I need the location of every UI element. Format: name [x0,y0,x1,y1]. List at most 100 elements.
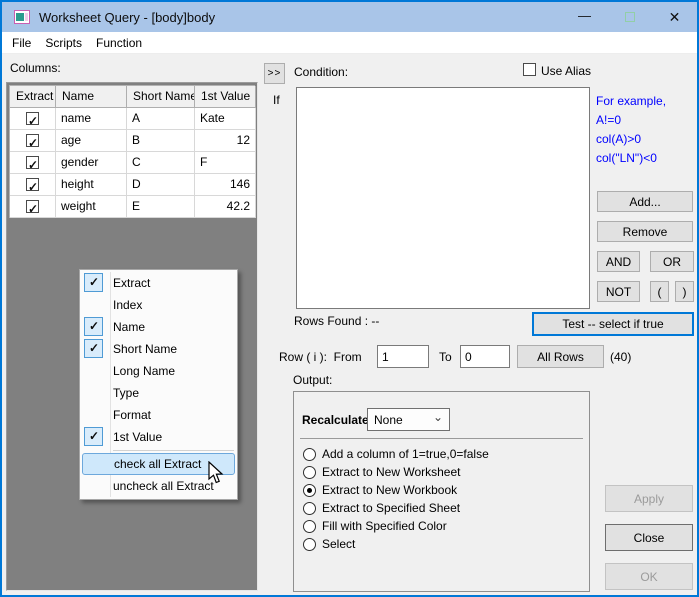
condition-input[interactable] [296,87,590,309]
context-menu-item-label: Index [113,294,142,316]
table-header-cell[interactable]: 1st Value [195,86,256,108]
output-option[interactable]: Select [303,535,489,553]
condition-label: Condition: [294,65,348,79]
output-option[interactable]: Extract to New Worksheet [303,463,489,481]
menubar-item[interactable]: Function [89,32,149,54]
extract-checkbox[interactable] [26,134,39,147]
context-menu-item[interactable]: Format [80,404,237,426]
remove-button[interactable]: Remove [597,221,693,242]
table-cell-extract [10,130,56,152]
output-option-label: Extract to New Worksheet [322,465,461,479]
menubar-item[interactable]: Scripts [38,32,89,54]
output-option[interactable]: Extract to New Workbook [303,481,489,499]
context-menu-item[interactable]: Short Name [80,338,237,360]
worksheet-icon [14,10,30,24]
output-option[interactable]: Add a column of 1=true,0=false [303,445,489,463]
output-options: Add a column of 1=true,0=false Extract t… [303,445,489,553]
context-menu-item-label: Type [113,382,139,404]
menubar-item[interactable]: File [5,32,38,54]
expand-panel-button[interactable]: >> [264,63,285,84]
context-menu-item[interactable]: 1st Value [80,426,237,448]
output-option-label: Extract to Specified Sheet [322,501,460,515]
close-dialog-button[interactable]: Close [605,524,693,551]
close-paren-button[interactable]: ) [675,281,694,302]
context-menu-item-label: Extract [113,272,150,294]
extract-checkbox[interactable] [26,112,39,125]
context-menu-item[interactable]: Type [80,382,237,404]
condition-examples: For example,A!=0col(A)>0col("LN")<0 [596,92,666,168]
table-cell-short-name: B [127,130,195,152]
output-option-label: Extract to New Workbook [322,483,457,497]
apply-button[interactable]: Apply [605,485,693,512]
context-menu-item[interactable]: Index [80,294,237,316]
use-alias-checkbox[interactable] [523,63,536,76]
titlebar[interactable]: Worksheet Query - [body]body — ✕ [2,2,697,32]
radio-icon [303,448,316,461]
and-button[interactable]: AND [597,251,640,272]
checkmark-icon [84,339,103,358]
output-option[interactable]: Extract to Specified Sheet [303,499,489,517]
table-cell-first-value: 42.2 [195,196,256,218]
context-menu-item[interactable]: Long Name [80,360,237,382]
maximize-icon [625,12,635,22]
extract-checkbox[interactable] [26,200,39,213]
row-from-input[interactable] [377,345,429,368]
table-cell-name: name [56,108,127,130]
table-cell-name: weight [56,196,127,218]
context-menu-item-label: Name [113,316,145,338]
table-cell-name: gender [56,152,127,174]
output-option[interactable]: Fill with Specified Color [303,517,489,535]
window-title: Worksheet Query - [body]body [39,10,215,25]
open-paren-button[interactable]: ( [650,281,669,302]
context-menu-item-label: Format [113,404,151,426]
output-option-label: Add a column of 1=true,0=false [322,447,489,461]
or-button[interactable]: OR [650,251,694,272]
table-cell-name: height [56,174,127,196]
to-label: To [439,350,452,364]
context-menu-action-label: check all Extract [114,454,201,474]
test-button[interactable]: Test -- select if true [532,312,694,336]
table-header-cell[interactable]: Short Name [127,86,195,108]
columns-label: Columns: [10,61,61,75]
worksheet-query-dialog: Worksheet Query - [body]body — ✕ File Sc… [0,0,699,597]
minimize-button[interactable]: — [562,2,607,32]
context-menu-item[interactable]: Extract [80,272,237,294]
row-to-input[interactable] [460,345,510,368]
group-separator [300,438,583,439]
radio-icon [303,520,316,533]
table-cell-first-value: F [195,152,256,174]
use-alias-label[interactable]: Use Alias [541,64,591,78]
ok-button[interactable]: OK [605,563,693,590]
rows-found-label: Rows Found : -- [294,314,379,328]
checkmark-icon [84,427,103,446]
table-cell-short-name: A [127,108,195,130]
example-line: A!=0 [596,111,666,130]
recalculate-value: None [374,413,403,427]
close-button[interactable]: ✕ [652,2,697,32]
output-option-label: Fill with Specified Color [322,519,447,533]
context-menu-item-label: Short Name [113,338,177,360]
radio-icon [303,484,316,497]
table-cell-first-value: 146 [195,174,256,196]
recalculate-dropdown[interactable]: None ⌄ [367,408,450,431]
output-label: Output: [293,373,332,387]
context-menu-item-label: Long Name [113,360,175,382]
radio-icon [303,466,316,479]
not-button[interactable]: NOT [597,281,640,302]
table-header-cell[interactable]: Name [56,86,127,108]
table-cell-first-value: Kate [195,108,256,130]
context-menu-item-label: 1st Value [113,426,162,448]
recalculate-label: Recalculate [302,413,369,427]
menubar: File Scripts Function [2,32,697,54]
extract-checkbox[interactable] [26,178,39,191]
table-header-cell[interactable]: Extract [10,86,56,108]
extract-checkbox[interactable] [26,156,39,169]
example-line: For example, [596,92,666,111]
table-cell-extract [10,152,56,174]
mouse-cursor [207,461,224,485]
context-menu-item[interactable]: Name [80,316,237,338]
add-button[interactable]: Add... [597,191,693,212]
radio-icon [303,502,316,515]
all-rows-button[interactable]: All Rows [517,345,604,368]
maximize-button[interactable] [607,2,652,32]
